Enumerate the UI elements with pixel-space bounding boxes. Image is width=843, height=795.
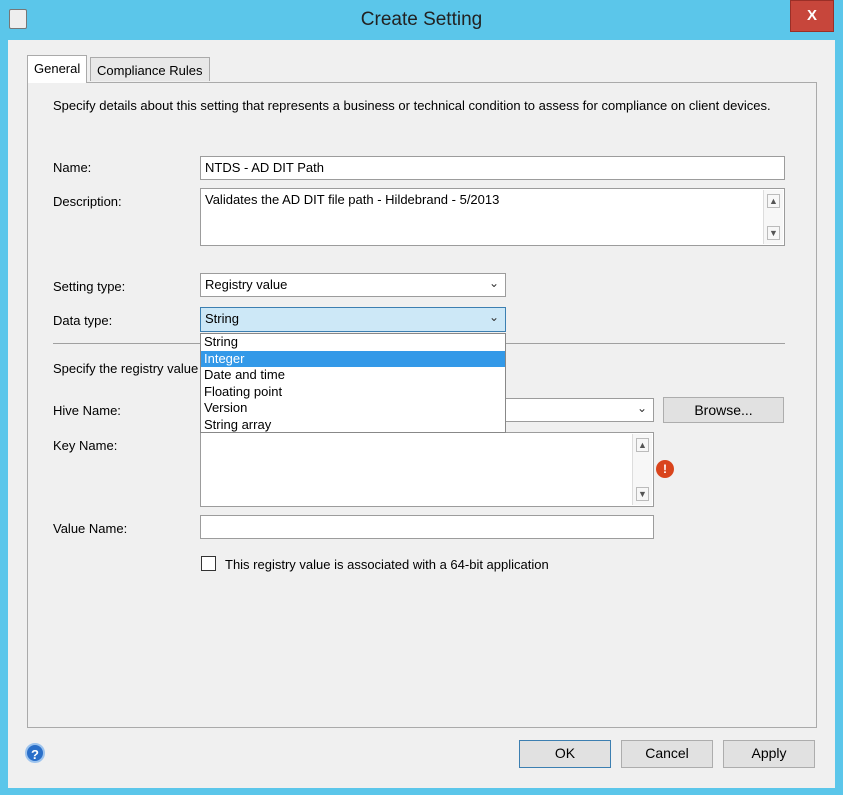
option-string[interactable]: String: [201, 334, 505, 351]
key-name-input[interactable]: ▲ ▼: [200, 432, 654, 507]
option-date-and-time[interactable]: Date and time: [201, 367, 505, 384]
description-text: Validates the AD DIT file path - Hildebr…: [205, 192, 500, 207]
scroll-up-icon[interactable]: ▲: [636, 438, 649, 452]
scroll-down-icon[interactable]: ▼: [636, 487, 649, 501]
title-bar: Create Setting X: [0, 0, 843, 40]
name-label: Name:: [53, 160, 92, 175]
hive-label: Hive Name:: [53, 403, 121, 418]
value-name-label: Value Name:: [53, 521, 128, 536]
chevron-down-icon: ⌄: [488, 276, 499, 290]
64bit-checkbox[interactable]: [201, 556, 216, 571]
data-type-dropdown-list: String Integer Date and time Floating po…: [200, 333, 506, 433]
scroll-down-icon[interactable]: ▼: [767, 226, 780, 240]
help-icon[interactable]: ?: [25, 743, 45, 763]
tab-compliance-rules[interactable]: Compliance Rules: [90, 57, 210, 81]
ok-button[interactable]: OK: [519, 740, 611, 768]
chevron-down-icon: ⌄: [488, 310, 499, 324]
setting-type-value: Registry value: [205, 277, 288, 292]
description-input[interactable]: Validates the AD DIT file path - Hildebr…: [200, 188, 785, 246]
chevron-down-icon: ⌄: [636, 401, 647, 415]
option-version[interactable]: Version: [201, 400, 505, 417]
value-name-input[interactable]: [200, 515, 654, 539]
description-scrollbar[interactable]: ▲ ▼: [763, 190, 783, 244]
apply-button[interactable]: Apply: [723, 740, 815, 768]
data-type-value: String: [205, 311, 239, 326]
option-floating-point[interactable]: Floating point: [201, 384, 505, 401]
key-name-label: Key Name:: [53, 438, 118, 453]
setting-type-select[interactable]: Registry value ⌄: [200, 273, 506, 297]
option-integer[interactable]: Integer: [201, 350, 505, 367]
name-input[interactable]: NTDS - AD DIT Path: [200, 156, 785, 180]
key-name-scrollbar[interactable]: ▲ ▼: [632, 434, 652, 505]
intro-text: Specify details about this setting that …: [53, 98, 771, 113]
64bit-checkbox-label[interactable]: This registry value is associated with a…: [225, 557, 549, 572]
tab-general[interactable]: General: [27, 55, 88, 83]
close-button[interactable]: X: [790, 0, 834, 32]
cancel-button[interactable]: Cancel: [621, 740, 713, 768]
registry-intro: Specify the registry value: [53, 361, 199, 376]
description-label: Description:: [53, 194, 122, 209]
option-string-array[interactable]: String array: [201, 417, 505, 434]
window-title: Create Setting: [360, 9, 483, 30]
scroll-up-icon[interactable]: ▲: [767, 194, 780, 208]
browse-button[interactable]: Browse...: [663, 397, 784, 423]
data-type-label: Data type:: [53, 313, 113, 328]
setting-type-label: Setting type:: [53, 279, 126, 294]
data-type-select[interactable]: String ⌄: [200, 307, 506, 332]
error-icon: !: [656, 460, 674, 478]
